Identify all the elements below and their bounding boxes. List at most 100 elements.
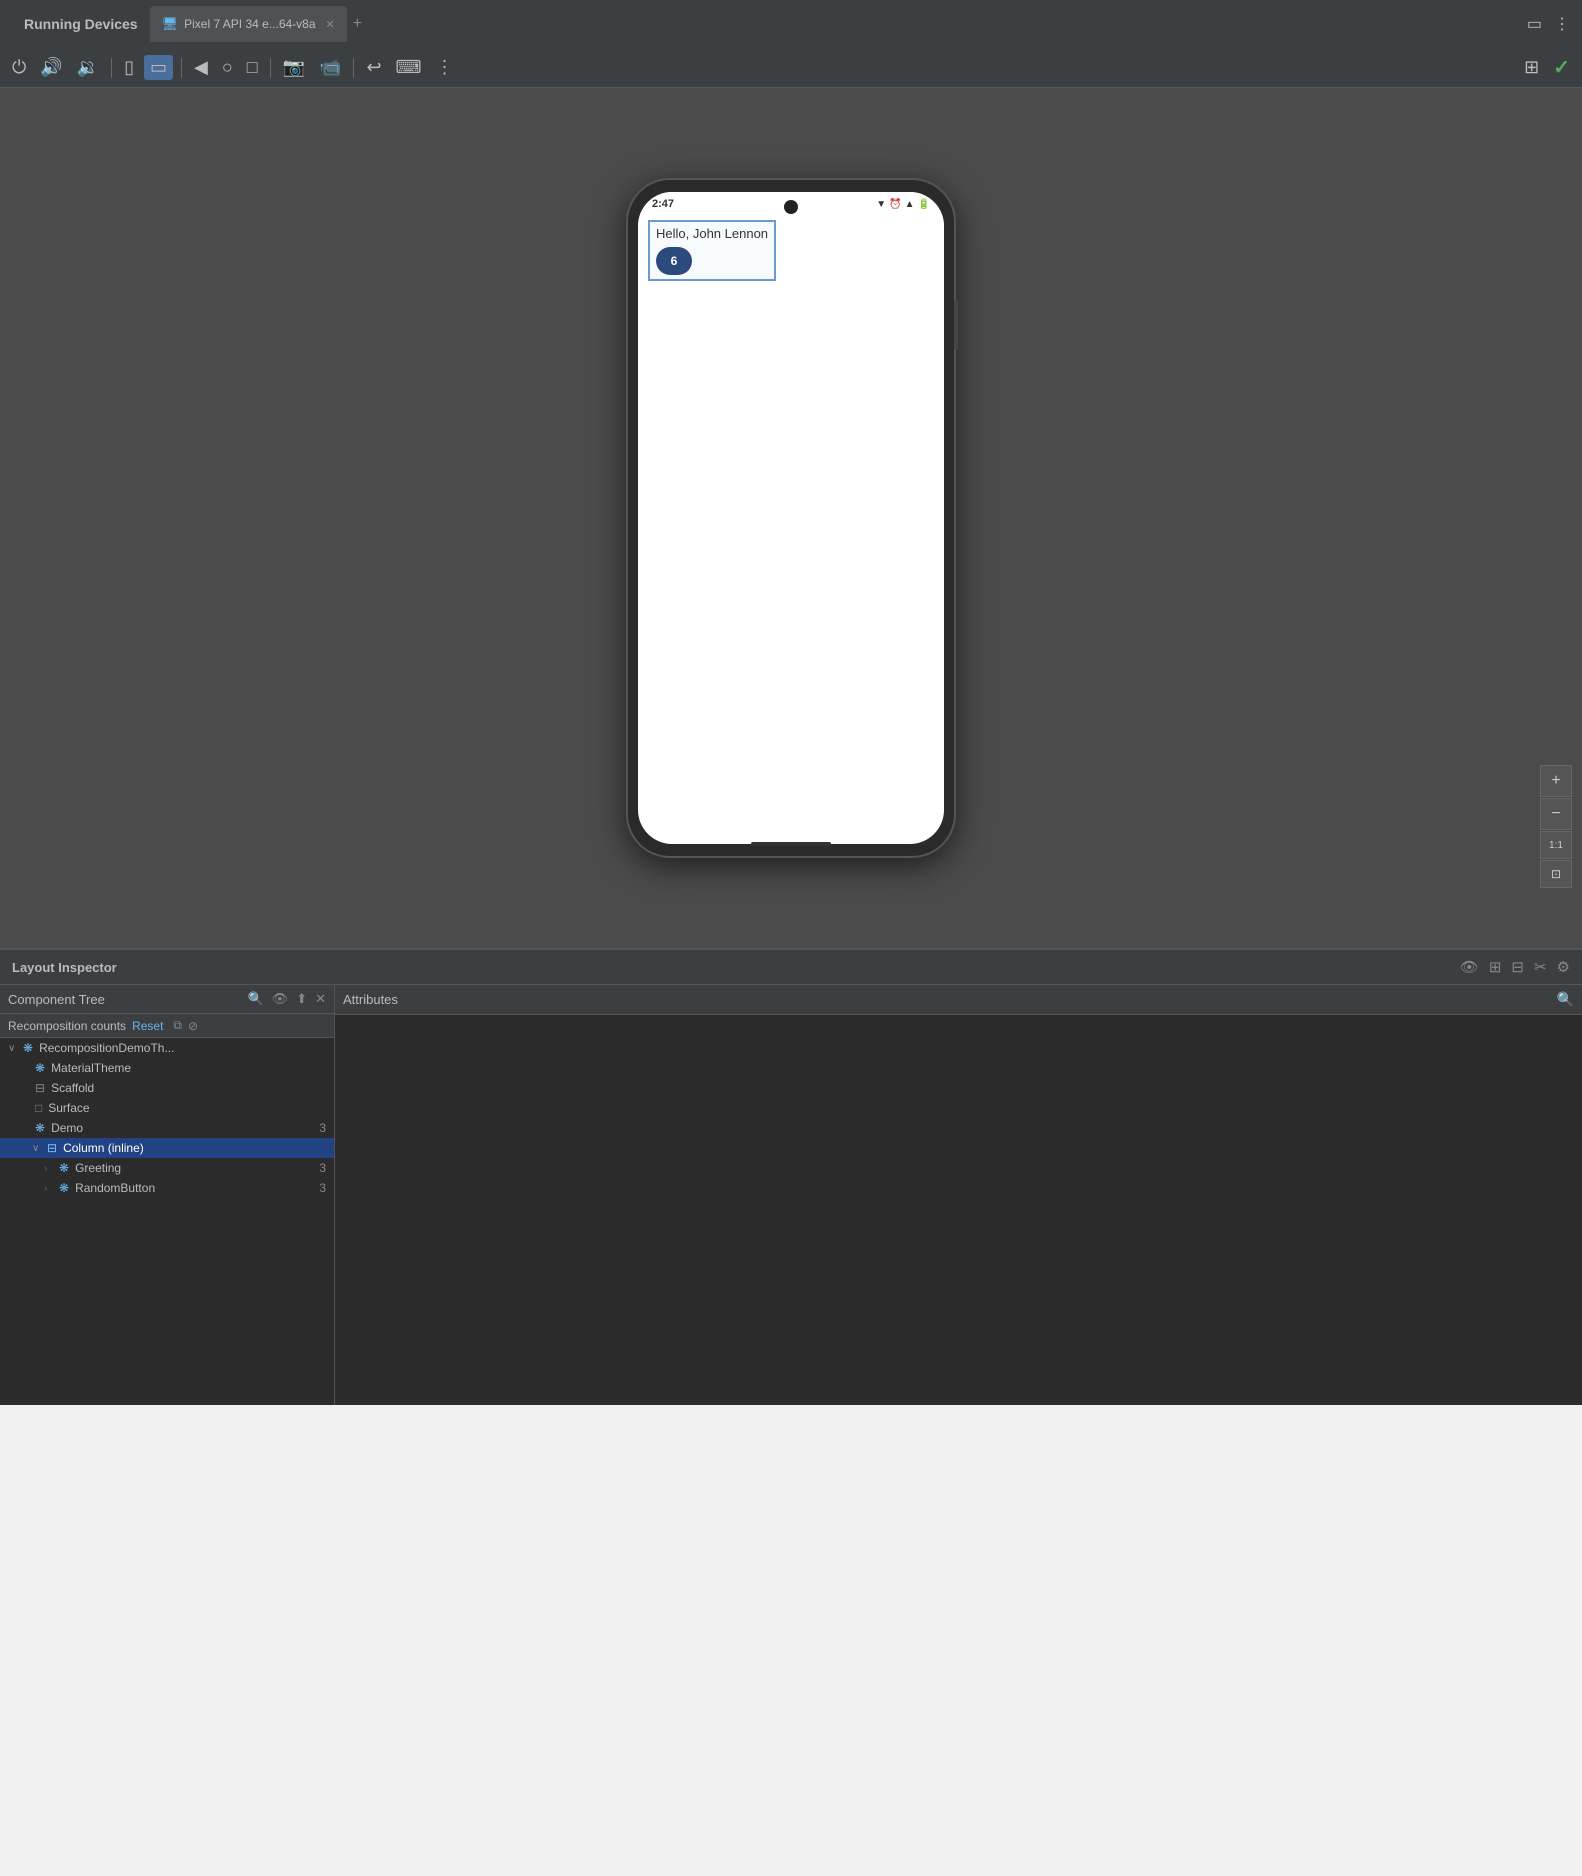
volume-up-icon[interactable]: 🔊	[36, 55, 66, 80]
layout-inspector-icon[interactable]: ⊞	[1520, 55, 1543, 80]
screenshot-icon[interactable]: 📷	[279, 55, 309, 80]
recomposition-reset-button[interactable]: Reset	[132, 1019, 163, 1033]
device-tab-label: Pixel 7 API 34 e...64-v8a	[184, 17, 315, 31]
compose-icon-root: ❋	[23, 1041, 33, 1055]
attributes-search-icon[interactable]: 🔍	[1557, 991, 1574, 1008]
tree-count-demo: 3	[319, 1121, 326, 1135]
phone-greeting-text: Hello, John Lennon	[656, 226, 768, 241]
ct-up-icon[interactable]: ⬆	[296, 991, 307, 1007]
tree-item-scaffold[interactable]: ⊟ Scaffold	[0, 1078, 334, 1098]
li-eye-icon[interactable]: 👁	[1460, 958, 1479, 976]
expand-greeting-icon: ›	[44, 1163, 56, 1174]
tree-item-column[interactable]: ∨ ⊟ Column (inline)	[0, 1138, 334, 1158]
device-tab-icon: 🖥	[162, 16, 179, 32]
tree-item-material[interactable]: ❋ MaterialTheme	[0, 1058, 334, 1078]
phone-home-bar	[751, 842, 831, 846]
recomposition-icons: ⧉ ⊘	[173, 1018, 198, 1033]
compose-icon-material: ❋	[35, 1061, 45, 1075]
running-devices-title: Running Devices	[12, 16, 150, 32]
plus-icon: +	[1551, 772, 1560, 790]
zoom-out-button[interactable]: −	[1540, 798, 1572, 830]
landscape-icon[interactable]: ▭	[144, 55, 173, 80]
toolbar-right-actions: ⊞ ✓	[1520, 53, 1574, 82]
fit-icon: ⊡	[1551, 867, 1561, 881]
signal-icon: ▼	[876, 199, 886, 210]
tree-label-greeting: Greeting	[75, 1161, 121, 1175]
compose-icon-randombtn: ❋	[59, 1181, 69, 1195]
phone-counter-button[interactable]: 6	[656, 247, 692, 275]
layout-inspector-panel: Layout Inspector 👁 ⊞ ⊟ ✂ ⚙ Component Tre…	[0, 948, 1582, 1405]
highlighted-compose-area: Hello, John Lennon 6	[648, 220, 776, 281]
status-icons: ▼ ⏰ ▲ 🔋	[876, 199, 930, 210]
rotate-icon[interactable]: ↩	[362, 55, 385, 80]
recents-icon[interactable]: □	[243, 55, 262, 80]
keyboard-icon[interactable]: ⌨	[392, 55, 426, 80]
portrait-icon[interactable]: ▯	[120, 55, 138, 80]
ct-search-icon[interactable]: 🔍	[247, 991, 263, 1007]
phone-power-button	[954, 300, 958, 350]
li-clip-icon[interactable]: ✂	[1534, 958, 1547, 976]
phone-screen: 2:47 ▼ ⏰ ▲ 🔋 Hello, John Lennon 6	[638, 192, 944, 844]
alarm-icon: ⏰	[889, 199, 901, 210]
window-controls: ▭ ⋮	[1527, 14, 1570, 34]
zoom-fit-button[interactable]: ⊡	[1540, 860, 1572, 888]
li-settings-icon[interactable]: ⚙	[1557, 958, 1570, 976]
screenrecord-icon[interactable]: 📹	[315, 55, 345, 80]
toolbar-separator-3	[270, 58, 271, 78]
phone-status-bar: 2:47 ▼ ⏰ ▲ 🔋	[638, 192, 944, 212]
phone-mockup: 2:47 ▼ ⏰ ▲ 🔋 Hello, John Lennon 6	[626, 178, 956, 858]
run-icon[interactable]: ✓	[1549, 53, 1574, 82]
layout-inspector-toolbar: 👁 ⊞ ⊟ ✂ ⚙	[1460, 958, 1570, 976]
recomp-copy-icon[interactable]: ⧉	[173, 1018, 182, 1033]
attributes-title: Attributes	[343, 992, 398, 1007]
li-3d-icon[interactable]: ⊟	[1511, 958, 1524, 976]
more-icon[interactable]: ⋮	[432, 55, 458, 80]
status-time: 2:47	[652, 198, 674, 210]
layout-inspector-header: Layout Inspector 👁 ⊞ ⊟ ✂ ⚙	[0, 950, 1582, 985]
ct-close-icon[interactable]: ✕	[315, 991, 326, 1007]
zoom-in-button[interactable]: +	[1540, 765, 1572, 797]
tree-label-demo: Demo	[51, 1121, 83, 1135]
home-icon[interactable]: ○	[218, 55, 237, 80]
device-tab[interactable]: 🖥 Pixel 7 API 34 e...64-v8a ✕	[150, 6, 347, 42]
counter-value: 6	[671, 254, 678, 268]
tree-item-surface[interactable]: □ Surface	[0, 1098, 334, 1118]
tree-label-material: MaterialTheme	[51, 1061, 131, 1075]
tree-item-randombtn[interactable]: › ❋ RandomButton 3	[0, 1178, 334, 1198]
component-tree-icons: 🔍 👁 ⬆ ✕	[247, 991, 326, 1007]
tree-item-root[interactable]: ∨ ❋ RecompositionDemoTh...	[0, 1038, 334, 1058]
phone-screen-wrapper: 2:47 ▼ ⏰ ▲ 🔋 Hello, John Lennon 6	[638, 192, 944, 844]
compose-icon-demo: ❋	[35, 1121, 45, 1135]
tree-count-randombtn: 3	[319, 1181, 326, 1195]
component-tree-panel: Component Tree 🔍 👁 ⬆ ✕ Recomposition cou…	[0, 985, 335, 1405]
tab-close-icon[interactable]: ✕	[326, 18, 335, 31]
tree-item-demo[interactable]: ❋ Demo 3	[0, 1118, 334, 1138]
zoom-level-label: 1:1	[1540, 831, 1572, 859]
compose-icon-greeting: ❋	[59, 1161, 69, 1175]
wifi-icon: ▲	[905, 199, 915, 210]
battery-icon: 🔋	[918, 199, 930, 210]
window-more-icon[interactable]: ⋮	[1554, 14, 1570, 34]
device-toolbar: ⏻ 🔊 🔉 ▯ ▭ ◀ ○ □ 📷 📹 ↩ ⌨ ⋮ ⊞ ✓	[0, 48, 1582, 88]
recomp-clear-icon[interactable]: ⊘	[188, 1019, 198, 1033]
bottom-split-panel: Component Tree 🔍 👁 ⬆ ✕ Recomposition cou…	[0, 985, 1582, 1405]
layout-inspector-title: Layout Inspector	[12, 960, 117, 975]
tree-item-greeting[interactable]: › ❋ Greeting 3	[0, 1158, 334, 1178]
li-2d-icon[interactable]: ⊞	[1489, 958, 1502, 976]
zoom-value: 1:1	[1549, 840, 1563, 851]
expand-root-icon: ∨	[8, 1043, 20, 1054]
front-camera	[784, 200, 798, 214]
phone-app-content: Hello, John Lennon 6	[638, 212, 944, 293]
power-icon[interactable]: ⏻	[8, 55, 30, 80]
volume-down-icon[interactable]: 🔉	[73, 55, 103, 80]
attributes-panel: Attributes 🔍	[335, 985, 1582, 1405]
layout-icon-scaffold: ⊟	[35, 1081, 45, 1095]
window-expand-icon[interactable]: ▭	[1527, 14, 1542, 34]
device-preview-area: 2:47 ▼ ⏰ ▲ 🔋 Hello, John Lennon 6	[0, 88, 1582, 948]
back-icon[interactable]: ◀	[190, 55, 212, 80]
ct-filter-icon[interactable]: 👁	[272, 991, 289, 1007]
toolbar-separator-1	[111, 58, 112, 78]
add-tab-button[interactable]: +	[353, 15, 362, 33]
attributes-content	[335, 1015, 1582, 1405]
expand-randombtn-icon: ›	[44, 1183, 56, 1194]
